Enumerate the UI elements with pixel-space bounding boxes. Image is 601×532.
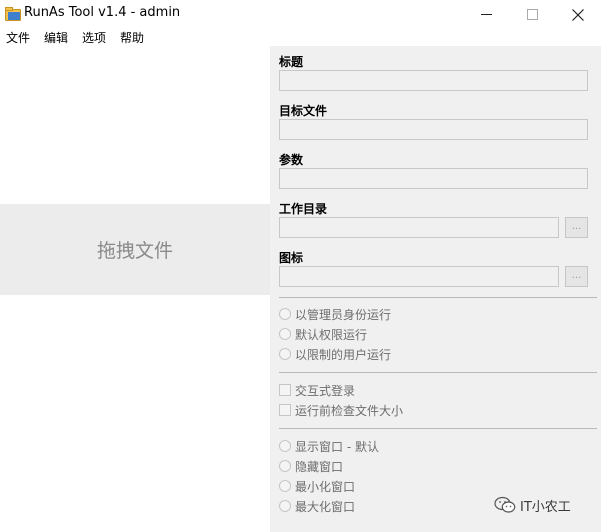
- radio-label: 最大化窗口: [295, 499, 356, 514]
- radio-label: 隐藏窗口: [295, 459, 344, 474]
- args-field-label: 参数: [279, 153, 304, 167]
- separator: [279, 428, 597, 429]
- close-button[interactable]: [555, 0, 601, 29]
- radio-default-permission[interactable]: 默认权限运行: [279, 326, 367, 342]
- app-icon: [5, 7, 21, 21]
- radio-label: 显示窗口 - 默认: [295, 439, 379, 454]
- checkbox-interactive-logon[interactable]: 交互式登录: [279, 382, 355, 398]
- menu-file[interactable]: 文件: [6, 29, 30, 46]
- workdir-browse-button[interactable]: ...: [565, 217, 588, 238]
- checkbox-box: [279, 384, 291, 396]
- icon-field-label: 图标: [279, 251, 304, 265]
- radio-restricted-user[interactable]: 以限制的用户运行: [279, 346, 391, 362]
- radio-hide-window[interactable]: 隐藏窗口: [279, 458, 343, 474]
- title-input[interactable]: [279, 70, 588, 91]
- target-field-label: 目标文件: [279, 104, 328, 118]
- icon-browse-button[interactable]: ...: [565, 266, 588, 287]
- checkbox-label: 交互式登录: [295, 383, 356, 398]
- title-field-label: 标题: [279, 55, 304, 69]
- separator: [279, 297, 597, 298]
- args-input[interactable]: [279, 168, 588, 189]
- radio-maximize-window[interactable]: 最大化窗口: [279, 498, 355, 514]
- maximize-button[interactable]: [509, 0, 555, 29]
- radio-label: 以限制的用户运行: [295, 347, 392, 362]
- menu-bar: 文件 编辑 选项 帮助: [0, 28, 601, 47]
- radio-run-as-admin[interactable]: 以管理员身份运行: [279, 306, 391, 322]
- radio-circle: [279, 348, 291, 360]
- checkbox-label: 运行前检查文件大小: [295, 403, 404, 418]
- radio-label: 默认权限运行: [295, 327, 368, 342]
- radio-circle: [279, 500, 291, 512]
- radio-label: 以管理员身份运行: [295, 307, 392, 322]
- watermark: IT小农工: [494, 494, 571, 516]
- radio-circle: [279, 328, 291, 340]
- drop-zone-label: 拖拽文件: [96, 240, 173, 262]
- window-title: RunAs Tool v1.4 - admin: [24, 5, 181, 20]
- checkbox-check-file-size[interactable]: 运行前检查文件大小: [279, 402, 403, 418]
- checkbox-box: [279, 404, 291, 416]
- drop-zone[interactable]: 拖拽文件: [0, 204, 270, 295]
- close-icon: [572, 8, 584, 21]
- radio-circle: [279, 308, 291, 320]
- title-bar: RunAs Tool v1.4 - admin: [0, 0, 601, 29]
- radio-circle: [279, 440, 291, 452]
- radio-label: 最小化窗口: [295, 479, 356, 494]
- radio-circle: [279, 480, 291, 492]
- workdir-input[interactable]: [279, 217, 559, 238]
- separator: [279, 372, 597, 373]
- minimize-icon: [480, 14, 492, 15]
- radio-show-window[interactable]: 显示窗口 - 默认: [279, 438, 379, 454]
- radio-minimize-window[interactable]: 最小化窗口: [279, 478, 355, 494]
- menu-options[interactable]: 选项: [82, 29, 106, 46]
- settings-panel: 标题 目标文件 参数 工作目录 ... 图标 ... 以管理员身份运行 默认权限…: [270, 46, 601, 532]
- workdir-field-label: 工作目录: [279, 202, 328, 216]
- icon-input[interactable]: [279, 266, 559, 287]
- watermark-text: IT小农工: [520, 499, 571, 515]
- menu-edit[interactable]: 编辑: [44, 29, 68, 46]
- target-input[interactable]: [279, 119, 588, 140]
- drop-area: 拖拽文件: [0, 46, 270, 532]
- minimize-button[interactable]: [463, 0, 509, 29]
- wechat-icon: [494, 496, 516, 513]
- radio-circle: [279, 460, 291, 472]
- menu-help[interactable]: 帮助: [120, 29, 144, 46]
- maximize-icon: [526, 9, 538, 20]
